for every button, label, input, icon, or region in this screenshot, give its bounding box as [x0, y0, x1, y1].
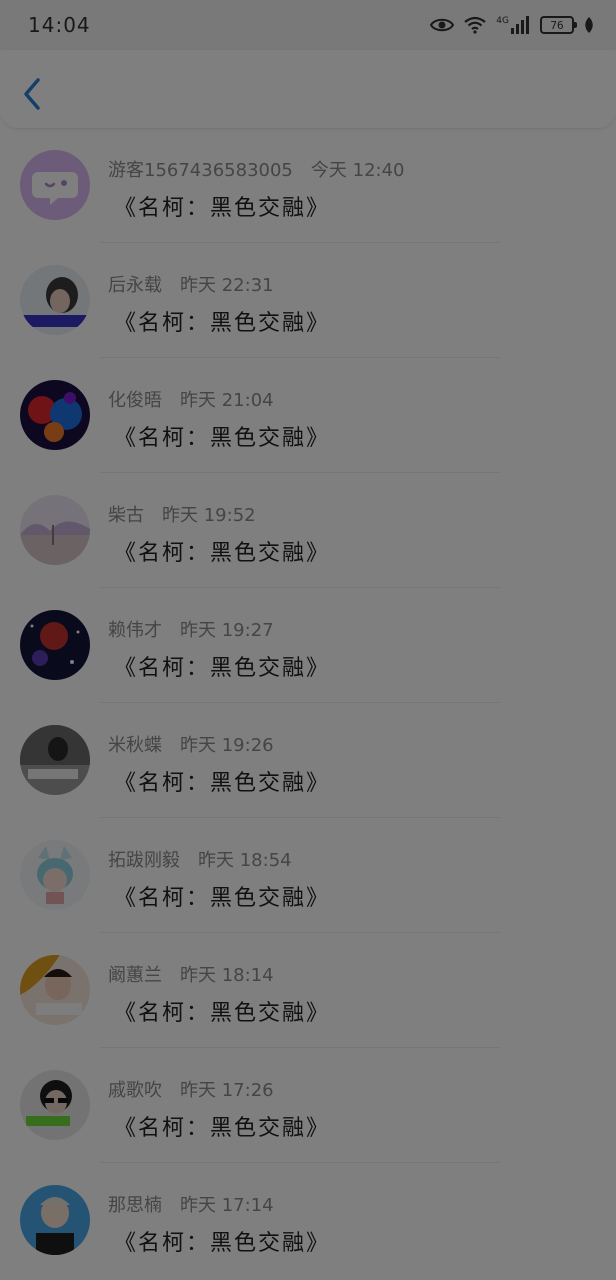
list-item[interactable]: 后永载 昨天 22:31 《名柯：黑色交融》 [0, 243, 616, 358]
user-avatar[interactable] [20, 495, 90, 565]
comment-list: 游客1567436583005 今天 12:40 《名柯：黑色交融》 后永载 昨… [0, 128, 616, 1278]
wifi-icon [464, 16, 486, 34]
timestamp: 昨天 19:52 [162, 505, 256, 526]
user-avatar[interactable] [20, 1185, 90, 1255]
username: 后永载 [108, 275, 162, 296]
list-item[interactable]: 化俊晤 昨天 21:04 《名柯：黑色交融》 [0, 358, 616, 473]
comment-meta: 米秋蝶 昨天 19:26 [108, 731, 274, 757]
comment-meta: 赖伟才 昨天 19:27 [108, 616, 274, 642]
user-avatar[interactable] [20, 725, 90, 795]
timestamp: 昨天 17:14 [180, 1195, 274, 1216]
timestamp: 昨天 19:27 [180, 620, 274, 641]
username: 戚歌吹 [108, 1080, 162, 1101]
comment-meta: 柴古 昨天 19:52 [108, 501, 256, 527]
username: 米秋蝶 [108, 735, 162, 756]
comment-meta: 那思楠 昨天 17:14 [108, 1191, 274, 1217]
comment-meta: 阚蕙兰 昨天 18:14 [108, 961, 274, 987]
comment-text: 《名柯：黑色交融》 [114, 1001, 331, 1026]
comment-meta: 游客1567436583005 今天 12:40 [108, 156, 405, 182]
timestamp: 昨天 17:26 [180, 1080, 274, 1101]
comment-text: 《名柯：黑色交融》 [114, 656, 331, 681]
eye-icon [430, 17, 455, 33]
comment-text: 《名柯：黑色交融》 [114, 196, 331, 221]
comment-text: 《名柯：黑色交融》 [114, 1116, 331, 1141]
timestamp: 昨天 18:54 [198, 850, 292, 871]
list-item[interactable]: 拓跋刚毅 昨天 18:54 《名柯：黑色交融》 [0, 818, 616, 933]
list-item[interactable]: 柴古 昨天 19:52 《名柯：黑色交融》 [0, 473, 616, 588]
user-avatar[interactable] [20, 840, 90, 910]
user-avatar[interactable] [20, 1070, 90, 1140]
status-time: 14:04 [28, 13, 91, 37]
comment-meta: 戚歌吹 昨天 17:26 [108, 1076, 274, 1102]
header-bar [0, 50, 616, 129]
timestamp: 昨天 22:31 [180, 275, 274, 296]
comment-text: 《名柯：黑色交融》 [114, 771, 331, 796]
list-item[interactable]: 游客1567436583005 今天 12:40 《名柯：黑色交融》 [0, 128, 616, 243]
comment-meta: 后永载 昨天 22:31 [108, 271, 274, 297]
username: 柴古 [108, 505, 144, 526]
comment-text: 《名柯：黑色交融》 [114, 1231, 331, 1256]
comment-meta: 拓跋刚毅 昨天 18:54 [108, 846, 292, 872]
comment-meta: 化俊晤 昨天 21:04 [108, 386, 274, 412]
battery-icon: 76 [540, 16, 577, 34]
user-avatar[interactable] [20, 265, 90, 335]
list-item[interactable]: 赖伟才 昨天 19:27 《名柯：黑色交融》 [0, 588, 616, 703]
chevron-left-icon [24, 78, 40, 110]
timestamp: 今天 12:40 [310, 160, 405, 181]
timestamp: 昨天 18:14 [180, 965, 274, 986]
username: 拓跋刚毅 [108, 850, 180, 871]
comment-text: 《名柯：黑色交融》 [114, 541, 331, 566]
user-avatar[interactable] [20, 610, 90, 680]
user-avatar[interactable] [20, 380, 90, 450]
back-button[interactable] [18, 74, 50, 114]
list-item[interactable]: 米秋蝶 昨天 19:26 《名柯：黑色交融》 [0, 703, 616, 818]
battery-level: 76 [550, 18, 564, 32]
username: 游客1567436583005 [108, 160, 293, 181]
list-item[interactable]: 那思楠 昨天 17:14 《名柯：黑色交融》 [0, 1163, 616, 1278]
username: 化俊晤 [108, 390, 162, 411]
network-type: 4G [496, 16, 509, 26]
username: 阚蕙兰 [108, 965, 162, 986]
status-icons: 4G 76 [430, 16, 594, 34]
list-item[interactable]: 阚蕙兰 昨天 18:14 《名柯：黑色交融》 [0, 933, 616, 1048]
timestamp: 昨天 19:26 [180, 735, 274, 756]
timestamp: 昨天 21:04 [180, 390, 274, 411]
signal-icon: 4G [496, 16, 530, 34]
username: 那思楠 [108, 1195, 162, 1216]
comment-text: 《名柯：黑色交融》 [114, 311, 331, 336]
chat-bubble-avatar[interactable] [20, 150, 90, 220]
username: 赖伟才 [108, 620, 162, 641]
status-bar: 14:04 4G 76 [0, 0, 616, 50]
comment-text: 《名柯：黑色交融》 [114, 886, 331, 911]
comment-text: 《名柯：黑色交融》 [114, 426, 331, 451]
leaf-icon [584, 17, 594, 33]
user-avatar[interactable] [20, 955, 90, 1025]
list-item[interactable]: 戚歌吹 昨天 17:26 《名柯：黑色交融》 [0, 1048, 616, 1163]
